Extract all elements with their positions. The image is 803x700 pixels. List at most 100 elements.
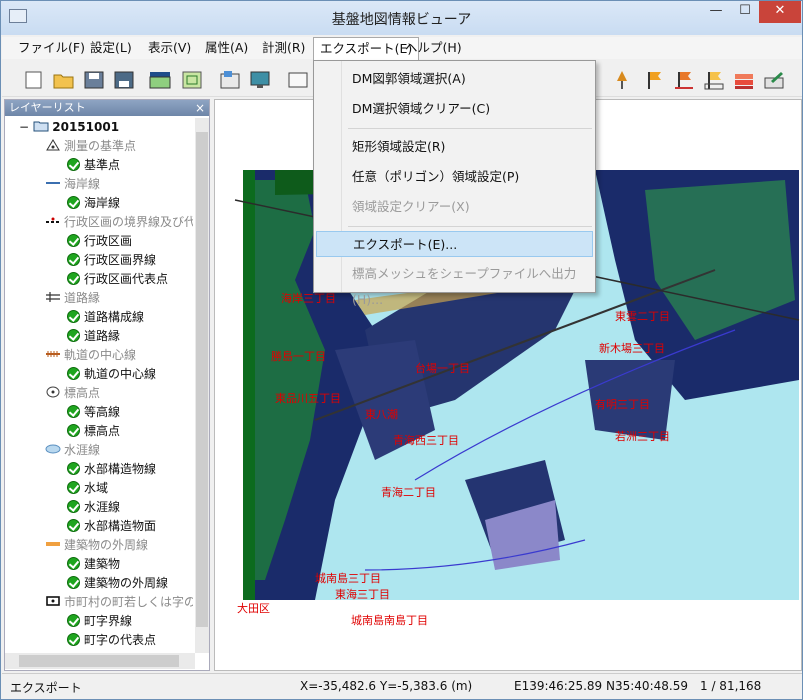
new-file-icon[interactable] xyxy=(22,69,46,91)
window-icon[interactable] xyxy=(286,69,310,91)
save-as-icon[interactable] xyxy=(112,69,136,91)
road-icon xyxy=(46,292,60,302)
tree-root[interactable]: − 20151001 xyxy=(19,118,119,137)
open-folder-icon[interactable] xyxy=(52,69,76,91)
menu-item-dm-clear[interactable]: DM選択領域クリアー(C) xyxy=(342,96,594,122)
menu-item-dm-select[interactable]: DM図郭領域選択(A) xyxy=(342,66,594,92)
map-label: 青海西三丁目 xyxy=(393,434,459,447)
flag-icon[interactable] xyxy=(642,69,666,91)
layer-group-admin-boundary[interactable]: 行政区画の境界線及び代 xyxy=(45,213,193,232)
layer-group-coastline[interactable]: 海岸線 xyxy=(45,175,100,194)
layer-group-railway[interactable]: 軌道の中心線 xyxy=(45,346,136,365)
check-icon[interactable] xyxy=(67,253,80,266)
check-icon[interactable] xyxy=(67,576,80,589)
app-window: 基盤地図情報ビューア — ☐ ✕ ファイル(F) 設定(L) 表示(V) 属性(… xyxy=(0,0,803,700)
check-icon[interactable] xyxy=(67,614,80,627)
marker-icon[interactable] xyxy=(610,69,634,91)
monitor-icon[interactable] xyxy=(248,69,272,91)
layer-item[interactable]: 標高点 xyxy=(67,422,120,441)
menu-settings[interactable]: 設定(L) xyxy=(84,37,138,59)
layer-item[interactable]: 町字の代表点 xyxy=(67,631,156,650)
flag-area-icon[interactable] xyxy=(702,69,726,91)
layer-item[interactable]: 軌道の中心線 xyxy=(67,365,156,384)
menu-bar: ファイル(F) 設定(L) 表示(V) 属性(A) 計測(R) エクスポート(E… xyxy=(2,37,802,61)
check-icon[interactable] xyxy=(67,462,80,475)
minimize-button[interactable]: — xyxy=(701,1,731,23)
map-label: 新木場三丁目 xyxy=(599,342,665,355)
save-icon[interactable] xyxy=(82,69,106,91)
layer-group-town-boundary[interactable]: 市町村の町若しくは字の xyxy=(45,593,193,612)
check-icon[interactable] xyxy=(67,310,80,323)
flag-range-icon[interactable] xyxy=(672,69,696,91)
layer-item[interactable]: 水涯線 xyxy=(67,498,120,517)
menu-item-area-clear[interactable]: 領域設定クリアー(X) xyxy=(342,194,594,220)
blue-line-icon xyxy=(46,182,60,184)
check-icon[interactable] xyxy=(67,405,80,418)
layer-panel-close-button[interactable]: × xyxy=(195,100,205,116)
layer-group-building[interactable]: 建築物の外周線 xyxy=(45,536,148,555)
map-label: 若洲三丁目 xyxy=(615,430,670,443)
menu-view[interactable]: 表示(V) xyxy=(142,37,197,59)
map-label: 城南島三丁目 xyxy=(315,572,381,585)
map-label: 有明三丁目 xyxy=(595,398,650,411)
title-bar: 基盤地図情報ビューア — ☐ ✕ xyxy=(1,1,802,35)
menu-measure[interactable]: 計測(R) xyxy=(256,37,311,59)
menu-item-elevation-mesh-export[interactable]: 標高メッシュをシェープファイルへ出力(H)... xyxy=(342,261,594,307)
map-label: 東雲二丁目 xyxy=(615,310,670,323)
layer-item[interactable]: 建築物 xyxy=(67,555,120,574)
menu-item-polygon-area[interactable]: 任意（ポリゴン）領域設定(P) xyxy=(342,164,594,190)
maximize-button[interactable]: ☐ xyxy=(731,1,759,23)
edit-layer-icon[interactable] xyxy=(762,69,786,91)
menu-file[interactable]: ファイル(F) xyxy=(12,37,91,59)
check-icon[interactable] xyxy=(67,557,80,570)
layer-item[interactable]: 行政区画 xyxy=(67,232,132,251)
check-icon[interactable] xyxy=(67,633,80,646)
layer-group-waterline[interactable]: 水涯線 xyxy=(45,441,100,460)
check-icon[interactable] xyxy=(67,424,80,437)
check-icon[interactable] xyxy=(67,158,80,171)
layer-item[interactable]: 行政区画界線 xyxy=(67,251,156,270)
layer-window-icon[interactable] xyxy=(148,69,172,91)
menu-item-export[interactable]: エクスポート(E)... xyxy=(316,231,593,257)
check-icon[interactable] xyxy=(67,329,80,342)
status-mode: エクスポート xyxy=(10,681,82,695)
layer-item[interactable]: 基準点 xyxy=(67,156,120,175)
layer-group-elevation[interactable]: 標高点 xyxy=(45,384,100,403)
layer-item[interactable]: 等高線 xyxy=(67,403,120,422)
check-icon[interactable] xyxy=(67,272,80,285)
layer-item[interactable]: 行政区画代表点 xyxy=(67,270,168,289)
layer-item[interactable]: 水部構造物線 xyxy=(67,460,156,479)
layer-item[interactable]: 海岸線 xyxy=(67,194,120,213)
check-icon[interactable] xyxy=(67,367,80,380)
layer-item[interactable]: 水部構造物面 xyxy=(67,517,156,536)
layer-item[interactable]: 道路構成線 xyxy=(67,308,144,327)
check-icon[interactable] xyxy=(67,234,80,247)
layer-item[interactable]: 建築物の外周線 xyxy=(67,574,168,593)
scroll-thumb[interactable] xyxy=(196,132,208,627)
layer-group-road-edge[interactable]: 道路縁 xyxy=(45,289,100,308)
menu-help[interactable]: ヘルプ(H) xyxy=(399,37,468,59)
map-window-icon[interactable] xyxy=(180,69,204,91)
check-icon[interactable] xyxy=(67,519,80,532)
layer-panel-horizontal-scrollbar[interactable] xyxy=(5,653,195,669)
map-label: 大田区 xyxy=(237,602,270,615)
export-image-icon[interactable] xyxy=(218,69,242,91)
layer-item[interactable]: 町字界線 xyxy=(67,612,132,631)
menu-item-rect-area[interactable]: 矩形領域設定(R) xyxy=(342,134,594,160)
layer-panel-vertical-scrollbar[interactable] xyxy=(195,118,209,653)
triangle-point-icon xyxy=(46,139,60,151)
map-label: 城南島南島丁目 xyxy=(351,614,428,627)
layer-item[interactable]: 水域 xyxy=(67,479,108,498)
layer-stack-icon[interactable] xyxy=(732,69,756,91)
menu-attribute[interactable]: 属性(A) xyxy=(199,37,254,59)
status-xy: X=-35,482.6 Y=-5,383.6 (m) xyxy=(300,679,473,693)
check-icon[interactable] xyxy=(67,500,80,513)
map-label: 東八潮 xyxy=(365,408,398,421)
railway-icon xyxy=(46,351,60,357)
layer-group-control-points[interactable]: 測量の基準点 xyxy=(45,137,136,156)
close-button[interactable]: ✕ xyxy=(759,1,801,23)
layer-item[interactable]: 道路縁 xyxy=(67,327,120,346)
scroll-thumb[interactable] xyxy=(19,655,179,667)
check-icon[interactable] xyxy=(67,196,80,209)
check-icon[interactable] xyxy=(67,481,80,494)
